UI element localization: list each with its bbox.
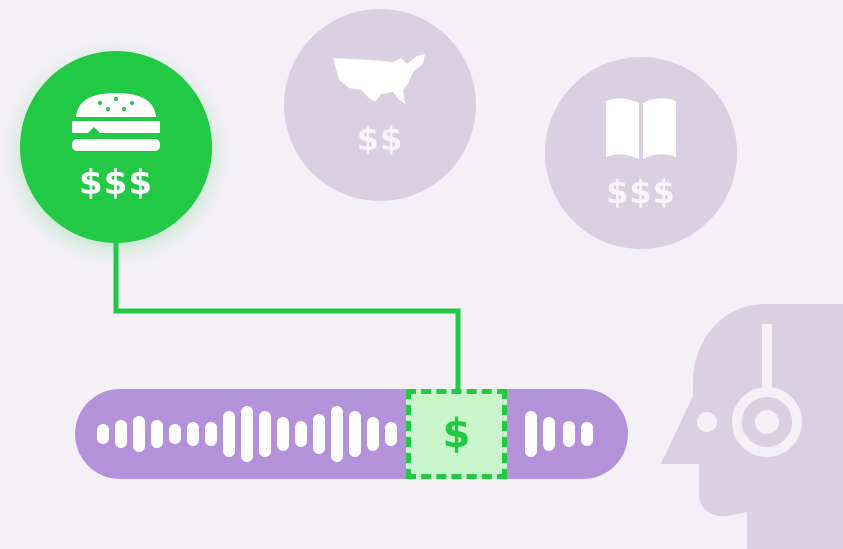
book-price: $$$	[606, 173, 676, 211]
audio-waveform	[75, 389, 628, 479]
book-icon	[606, 98, 676, 159]
category-burger[interactable]: $$$	[20, 51, 212, 243]
price-marker-label: $	[442, 411, 471, 457]
listener-icon	[661, 304, 843, 549]
burger-icon	[72, 93, 160, 151]
category-book[interactable]: $$$	[545, 57, 737, 249]
price-marker[interactable]: $	[406, 389, 507, 479]
audio-track[interactable]: $	[75, 389, 628, 479]
usa-price: $$	[356, 120, 404, 158]
usa-map-icon	[333, 54, 425, 104]
burger-price: $$$	[79, 163, 153, 203]
category-usa[interactable]: $$	[284, 9, 476, 201]
